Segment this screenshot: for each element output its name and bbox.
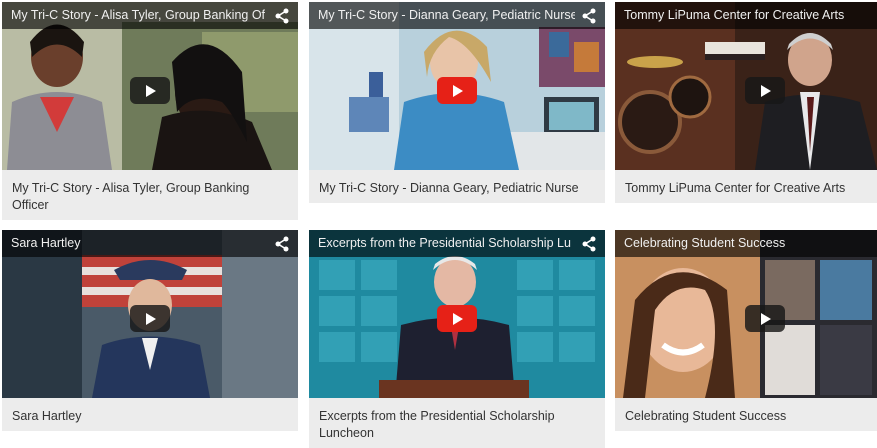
video-overlay-title[interactable]: Tommy LiPuma Center for Creative Arts [624,8,847,23]
share-icon[interactable] [581,236,597,252]
video-caption-text[interactable]: Tommy LiPuma Center for Creative Arts [625,180,867,197]
video-overlay-title[interactable]: Celebrating Student Success [624,236,847,251]
share-icon[interactable] [274,8,290,24]
video-caption-text[interactable]: Excerpts from the Presidential Scholarsh… [319,408,595,442]
video-title-overlay: Sara Hartley [2,230,298,257]
video-thumbnail[interactable]: My Tri-C Story - Alisa Tyler, Group Bank… [2,2,298,170]
video-thumbnail[interactable]: My Tri-C Story - Dianna Geary, Pediatric… [309,2,605,170]
video-title-overlay: Tommy LiPuma Center for Creative Arts [615,2,877,29]
play-icon [761,313,771,325]
video-title-overlay: Celebrating Student Success [615,230,877,257]
play-button[interactable] [745,305,785,332]
video-overlay-title[interactable]: Sara Hartley [11,236,268,251]
video-title-overlay: My Tri-C Story - Dianna Geary, Pediatric… [309,2,605,29]
video-thumbnail[interactable]: Sara Hartley [2,230,298,398]
play-icon [146,85,156,97]
video-overlay-title[interactable]: My Tri-C Story - Alisa Tyler, Group Bank… [11,8,268,23]
play-icon [453,313,463,325]
play-icon [761,85,771,97]
video-caption-text[interactable]: Sara Hartley [12,408,288,425]
video-thumbnail[interactable]: Excerpts from the Presidential Scholarsh… [309,230,605,398]
video-caption-text[interactable]: My Tri-C Story - Dianna Geary, Pediatric… [319,180,595,197]
video-caption: My Tri-C Story - Dianna Geary, Pediatric… [309,170,605,203]
play-button[interactable] [130,305,170,332]
video-thumbnail[interactable]: Tommy LiPuma Center for Creative Arts [615,2,877,170]
play-button[interactable] [130,77,170,104]
share-icon[interactable] [274,236,290,252]
share-icon[interactable] [581,8,597,24]
play-button[interactable] [745,77,785,104]
video-caption: My Tri-C Story - Alisa Tyler, Group Bank… [2,170,298,220]
video-overlay-title[interactable]: My Tri-C Story - Dianna Geary, Pediatric… [318,8,575,23]
video-caption-text[interactable]: Celebrating Student Success [625,408,867,425]
video-overlay-title[interactable]: Excerpts from the Presidential Scholarsh… [318,236,575,251]
video-caption: Tommy LiPuma Center for Creative Arts [615,170,877,203]
play-button[interactable] [437,77,477,104]
play-icon [453,85,463,97]
video-thumbnail[interactable]: Celebrating Student Success [615,230,877,398]
video-title-overlay: Excerpts from the Presidential Scholarsh… [309,230,605,257]
video-caption: Excerpts from the Presidential Scholarsh… [309,398,605,448]
play-button[interactable] [437,305,477,332]
play-icon [146,313,156,325]
video-title-overlay: My Tri-C Story - Alisa Tyler, Group Bank… [2,2,298,29]
video-caption: Celebrating Student Success [615,398,877,431]
video-caption: Sara Hartley [2,398,298,431]
video-caption-text[interactable]: My Tri-C Story - Alisa Tyler, Group Bank… [12,180,288,214]
